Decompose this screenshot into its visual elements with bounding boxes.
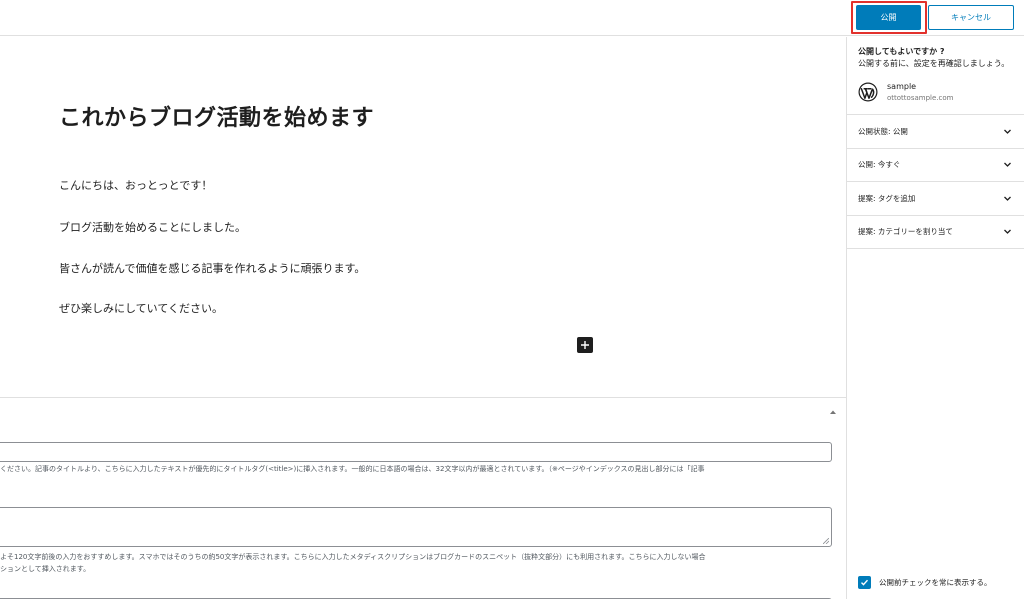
always-show-prepublish[interactable]: 公開前チェックを常に表示する。 [858, 576, 992, 589]
site-url: ottottosample.com [887, 94, 954, 102]
prepublish-subtitle: 公開する前に、設定を再確認しましょう。 [858, 59, 1010, 68]
paragraph-block-2[interactable]: ブログ活動を始めることにしました。 [59, 219, 246, 235]
panel-label: 公開状態: 公開 [858, 126, 908, 136]
chevron-down-icon [1004, 196, 1011, 201]
cancel-button[interactable]: キャンセル [928, 5, 1014, 30]
site-info: sample ottottosample.com [858, 79, 953, 105]
top-toolbar: 公開 キャンセル [0, 0, 1024, 36]
add-block-button[interactable] [577, 337, 593, 353]
panel-label: 公開: 今すぐ [858, 160, 901, 170]
paragraph-block-4[interactable]: ぜひ楽しみにしていてください。 [59, 300, 223, 316]
wordpress-logo-icon [858, 82, 878, 102]
chevron-down-icon [1004, 129, 1011, 134]
always-show-label: 公開前チェックを常に表示する。 [879, 578, 992, 587]
publish-button[interactable]: 公開 [856, 5, 921, 30]
chevron-down-icon [1004, 229, 1011, 235]
caret-up-icon[interactable] [829, 408, 837, 416]
editor-canvas: これからブログ活動を始めます こんにちは、おっとっとです！ ブログ活動を始めるこ… [0, 37, 846, 599]
paragraph-block-1[interactable]: こんにちは、おっとっとです！ [59, 177, 212, 193]
meta-description-help-line-1: よそ120文字前後の入力をおすすめします。スマホではそのうちの約50文字が表示さ… [0, 553, 706, 561]
post-title[interactable]: これからブログ活動を始めます [59, 100, 374, 132]
seo-title-help: ください。記事のタイトルより、こちらに入力したテキストが優先的にタイトルタグ(<… [0, 465, 705, 473]
prepublish-title: 公開してもよいですか ? [858, 47, 945, 56]
prepublish-sidebar: 公開してもよいですか ? 公開する前に、設定を再確認しましょう。 sample … [846, 37, 1024, 599]
seo-meta-box: ください。記事のタイトルより、こちらに入力したテキストが優先的にタイトルタグ(<… [0, 397, 846, 599]
meta-description-help-line-2: ションとして挿入されます。 [0, 565, 91, 573]
plus-icon [581, 341, 589, 349]
chevron-down-icon [1004, 162, 1011, 168]
seo-title-input[interactable] [0, 442, 832, 462]
panel-suggest-tags[interactable]: 提案: タグを追加 [847, 182, 1024, 216]
always-show-checkbox[interactable] [858, 576, 871, 589]
paragraph-block-3[interactable]: 皆さんが読んで価値を感じる記事を作れるように頑張ります。 [59, 260, 365, 276]
panel-publish-date[interactable]: 公開: 今すぐ [847, 149, 1024, 182]
meta-description-textarea[interactable] [0, 507, 832, 547]
checkmark-icon [861, 579, 869, 586]
prepublish-panels: 公開状態: 公開 公開: 今すぐ 提案: タグを追加 提案: カテゴリーを割り当… [847, 114, 1024, 249]
site-name: sample [887, 82, 917, 91]
panel-label: 提案: タグを追加 [858, 193, 916, 203]
panel-suggest-category[interactable]: 提案: カテゴリーを割り当て [847, 216, 1024, 249]
panel-label: 提案: カテゴリーを割り当て [858, 227, 953, 237]
resize-grip-icon[interactable] [823, 538, 829, 544]
panel-visibility[interactable]: 公開状態: 公開 [847, 115, 1024, 149]
